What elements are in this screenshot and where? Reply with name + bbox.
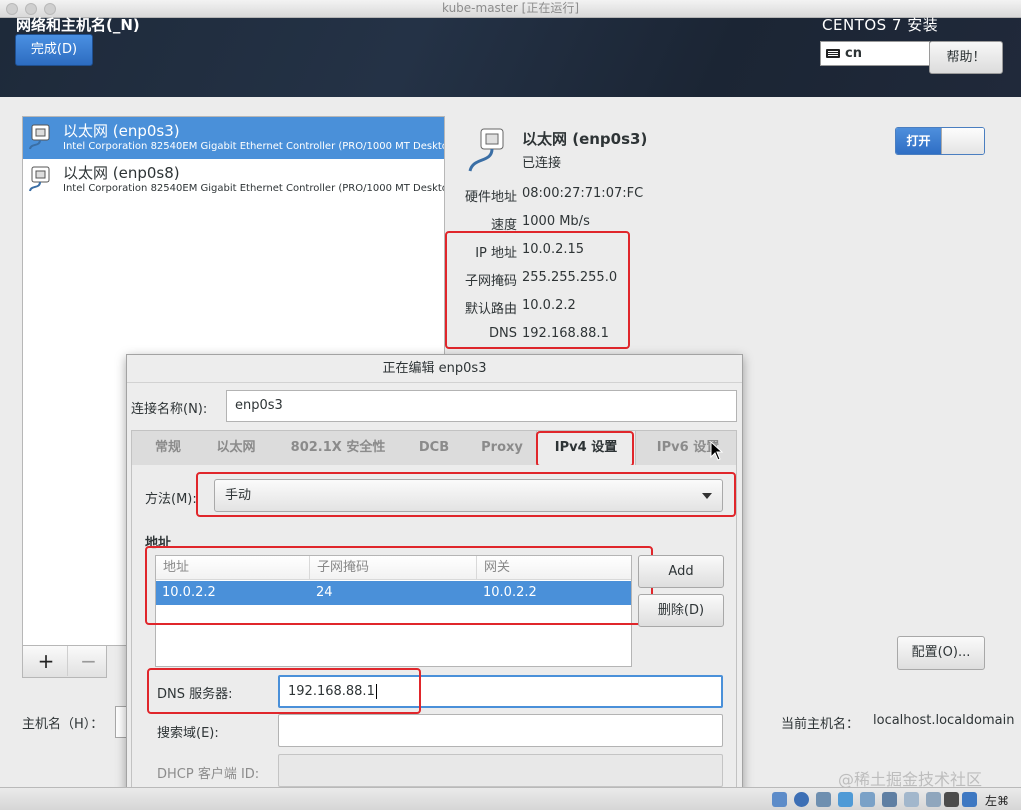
window-title: kube-master [正在运行] (441, 1, 579, 15)
annotation-box-address (145, 546, 653, 625)
device-detail-name: 以太网 (enp0s3) (522, 130, 648, 148)
shared-folders-icon[interactable] (882, 792, 897, 807)
connection-name-label: 连接名称(N): (131, 402, 208, 417)
device-description: Intel Corporation 82540EM Gigabit Ethern… (63, 183, 444, 194)
hostname-label: 主机名（H）： (22, 717, 104, 732)
ethernet-icon (29, 166, 50, 192)
cpu-icon[interactable] (944, 792, 959, 807)
speed-value: 1000 Mb/s (522, 214, 590, 229)
toggle-on-label: 打开 (896, 128, 941, 154)
dialog-title: 正在编辑 enp0s3 (127, 355, 742, 383)
search-domain-label: 搜索域(E): (157, 726, 219, 741)
ethernet-icon (29, 124, 50, 150)
dhcp-client-id-input[interactable] (278, 754, 723, 787)
annotation-box-ipv4-tab (536, 431, 634, 467)
host-key-label: 左⌘ (985, 794, 1010, 808)
done-button[interactable]: 完成(D) (15, 34, 93, 66)
device-name: 以太网 (enp0s3) (63, 122, 180, 140)
device-item-enp0s3[interactable]: 以太网 (enp0s3) Intel Corporation 82540EM G… (23, 117, 444, 159)
mouse-integration-icon[interactable] (962, 792, 977, 807)
keyboard-layout-indicator[interactable]: cn (820, 41, 930, 66)
device-description: Intel Corporation 82540EM Gigabit Ethern… (63, 141, 444, 152)
remove-device-button[interactable]: − (67, 646, 109, 676)
dhcp-client-id-label: DHCP 客户端 ID: (157, 767, 260, 782)
tab-proxy[interactable]: Proxy (472, 431, 532, 465)
annotation-box-ip-info (445, 231, 630, 349)
network-icon[interactable] (838, 792, 853, 807)
settings-tabbar: 常规 以太网 802.1X 安全性 DCB Proxy IPv4 设置 IPv6… (131, 430, 737, 467)
method-label: 方法(M): (145, 492, 197, 507)
hw-address-value: 08:00:27:71:07:FC (522, 186, 644, 201)
current-hostname-label: 当前主机名： (781, 717, 860, 732)
tab-general[interactable]: 常规 (138, 431, 198, 465)
tab-8021x-security[interactable]: 802.1X 安全性 (278, 431, 398, 465)
tab-ethernet[interactable]: 以太网 (204, 431, 268, 465)
ethernet-icon (468, 128, 504, 172)
current-hostname-value: localhost.localdomain (873, 713, 1015, 728)
device-status: 已连接 (522, 156, 562, 171)
configure-button[interactable]: 配置(O)... (897, 636, 985, 670)
search-domain-input[interactable] (278, 714, 723, 747)
hw-address-label: 硬件地址 (464, 190, 517, 205)
usb-icon[interactable] (860, 792, 875, 807)
device-item-enp0s8[interactable]: 以太网 (enp0s8) Intel Corporation 82540EM G… (23, 159, 444, 201)
tab-dcb[interactable]: DCB (408, 431, 460, 465)
product-label: CENTOS 7 安装 (822, 16, 939, 34)
add-address-button[interactable]: Add (638, 555, 724, 588)
device-name: 以太网 (enp0s8) (63, 164, 180, 182)
keyboard-layout-label: cn (845, 46, 862, 61)
optical-drive-icon[interactable] (794, 792, 809, 807)
video-capture-icon[interactable] (926, 792, 941, 807)
hard-disk-icon[interactable] (772, 792, 787, 807)
device-toggle[interactable]: 打开 (895, 127, 985, 155)
toggle-knob[interactable] (941, 128, 984, 154)
page-title: 网络和主机名(_N) (16, 16, 140, 34)
keyboard-icon (826, 49, 840, 58)
mouse-pointer-icon (710, 441, 724, 461)
help-button[interactable]: 帮助！ (929, 41, 1003, 74)
display-icon[interactable] (904, 792, 919, 807)
add-device-button[interactable]: + (25, 646, 67, 676)
delete-address-button[interactable]: 删除(D) (638, 594, 724, 627)
connection-name-input[interactable]: enp0s3 (226, 390, 737, 422)
annotation-box-method (196, 472, 736, 517)
device-list-toolbar: + − (22, 646, 107, 678)
vm-statusbar: 左⌘ (0, 787, 1021, 810)
audio-icon[interactable] (816, 792, 831, 807)
annotation-box-dns (147, 668, 421, 714)
